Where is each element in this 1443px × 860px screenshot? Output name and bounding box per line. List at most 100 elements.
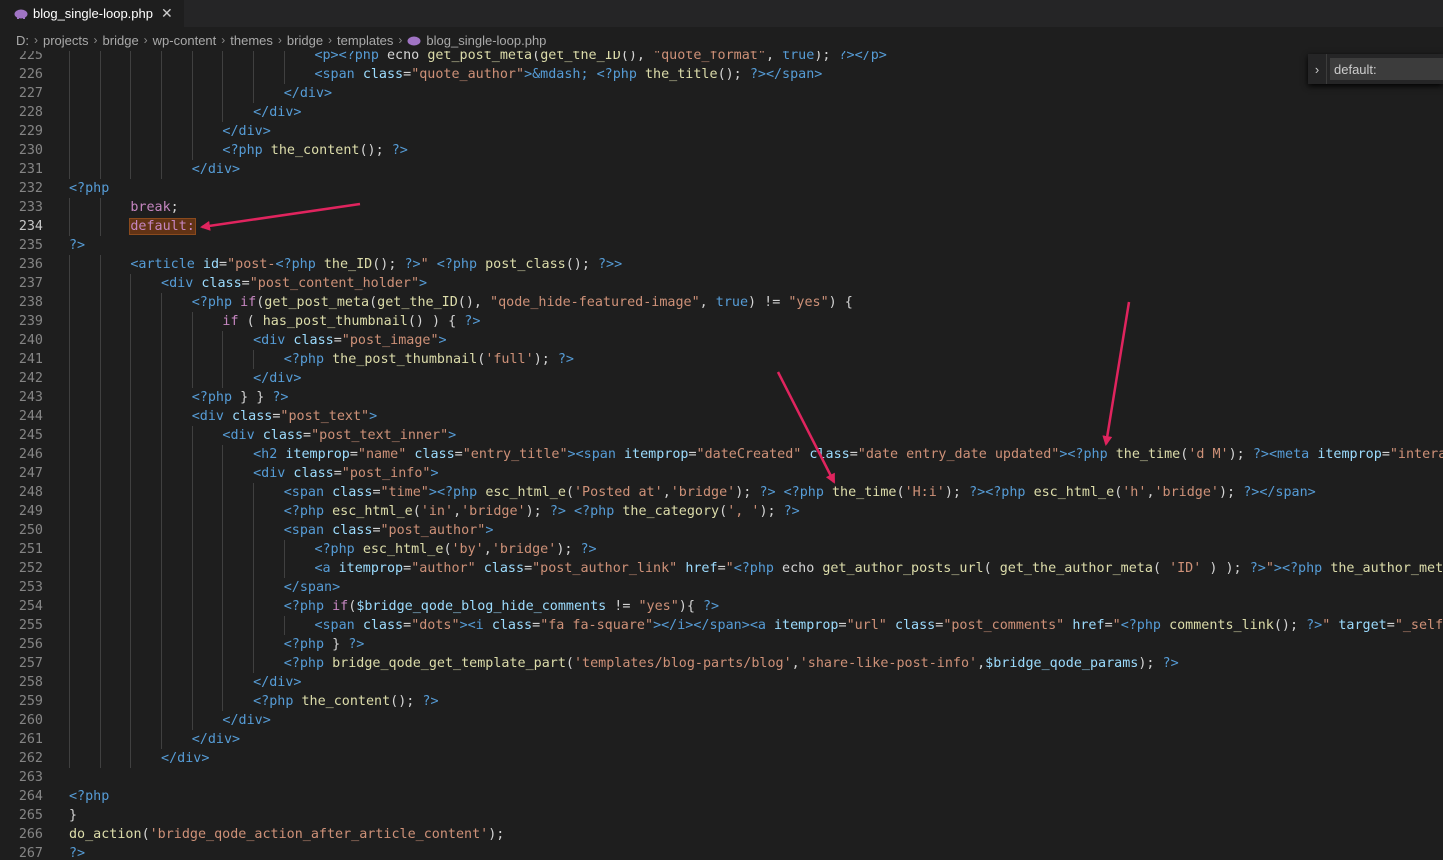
breadcrumb-item[interactable]: wp-content [153, 33, 217, 48]
code-text: </div> [253, 675, 302, 690]
indent-guide [161, 483, 163, 502]
indent-guide [69, 426, 70, 445]
indent-guide [69, 65, 70, 84]
indent-guide [69, 407, 70, 426]
line-number: 239 [18, 314, 43, 329]
indent-guide [222, 445, 224, 464]
indent-guide [222, 578, 224, 597]
indent-guide [222, 692, 224, 711]
indent-guide [161, 445, 163, 464]
indent-guide [130, 654, 132, 673]
indent-guide [222, 65, 224, 84]
search-match-highlight: default: [129, 218, 196, 235]
indent-guide [161, 616, 163, 635]
code-text: <?php } } ?> [191, 390, 289, 405]
indent-guide [253, 65, 255, 84]
indent-guide [130, 103, 132, 122]
indent-guide [191, 521, 193, 540]
code-text: <h2 itemprop="name" class="entry_title">… [253, 447, 1443, 462]
close-icon[interactable]: ✕ [161, 5, 173, 22]
indent-guide [130, 331, 132, 350]
indent-guide [69, 616, 70, 635]
indent-guide [69, 711, 70, 730]
indent-guide [191, 616, 193, 635]
breadcrumb-item[interactable]: D: [16, 33, 29, 48]
indent-guide [191, 597, 193, 616]
indent-guide [130, 521, 132, 540]
indent-guide [69, 122, 70, 141]
indent-guide [222, 540, 224, 559]
find-widget: › [1308, 54, 1443, 84]
indent-guide [69, 730, 70, 749]
code-text: </div> [191, 162, 241, 177]
indent-guide [253, 578, 255, 597]
indent-guide [191, 141, 193, 160]
indent-guide [69, 654, 70, 673]
indent-guide [69, 388, 70, 407]
indent-guide [99, 103, 101, 122]
code-text: do_action('bridge_qode_action_after_arti… [69, 827, 505, 842]
line-number: 259 [18, 694, 43, 709]
line-number: 240 [18, 333, 43, 348]
indent-guide [253, 502, 255, 521]
indent-guide [69, 445, 70, 464]
breadcrumb: D: › projects › bridge › wp-content › themes › bri… [0, 31, 1443, 49]
code-text: <div class="post_image"> [253, 333, 447, 348]
line-number: 237 [18, 276, 43, 291]
code-text: if ( has_post_thumbnail() ) { ?> [222, 314, 481, 329]
indent-guide [191, 635, 193, 654]
indent-guide [161, 122, 163, 141]
indent-guide [99, 255, 101, 274]
indent-guide [99, 654, 101, 673]
indent-guide [283, 65, 285, 84]
indent-guide [191, 711, 193, 730]
code-text: <article id="post-<?php the_ID(); ?>" <?… [130, 257, 623, 272]
indent-guide [69, 597, 70, 616]
line-number: 249 [18, 504, 43, 519]
indent-guide [69, 160, 70, 179]
breadcrumb-item[interactable]: bridge [103, 33, 139, 48]
indent-guide [99, 426, 101, 445]
indent-guide [99, 521, 101, 540]
toggle-replace-chevron-icon[interactable]: › [1308, 54, 1327, 84]
indent-guide [253, 559, 255, 578]
indent-guide [69, 141, 70, 160]
find-input[interactable] [1330, 58, 1443, 80]
breadcrumb-item[interactable]: projects [43, 33, 89, 48]
code-editor[interactable]: 225 <p><?php echo get_post_meta(get_the_I… [0, 51, 1443, 860]
breadcrumb-item[interactable]: templates [337, 33, 393, 48]
line-number: 230 [18, 143, 43, 158]
indent-guide [69, 464, 70, 483]
indent-guide [222, 616, 224, 635]
indent-guide [130, 426, 132, 445]
tab-blog-single-loop[interactable]: blog_single-loop.php ✕ [0, 0, 184, 27]
indent-guide [222, 369, 224, 388]
indent-guide [161, 597, 163, 616]
indent-guide [161, 540, 163, 559]
indent-guide [99, 407, 101, 426]
indent-guide [253, 350, 255, 369]
indent-guide [99, 730, 101, 749]
indent-guide [130, 464, 132, 483]
breadcrumb-item[interactable]: bridge [287, 33, 323, 48]
indent-guide [99, 445, 101, 464]
indent-guide [130, 578, 132, 597]
indent-guide [253, 597, 255, 616]
indent-guide [99, 65, 101, 84]
indent-guide [222, 521, 224, 540]
breadcrumb-item[interactable]: themes [230, 33, 273, 48]
indent-guide [99, 84, 101, 103]
indent-guide [161, 730, 163, 749]
indent-guide [161, 635, 163, 654]
indent-guide [161, 407, 163, 426]
code-text: <span class="time"><?php esc_html_e('Pos… [283, 485, 1316, 500]
indent-guide [99, 141, 101, 160]
indent-guide [191, 445, 193, 464]
code-text: </span> [283, 580, 341, 595]
code-text: <?php the_content(); ?> [222, 143, 408, 158]
indent-guide [69, 274, 70, 293]
breadcrumb-item[interactable]: blog_single-loop.php [407, 33, 546, 48]
indent-guide [99, 749, 101, 768]
indent-guide [99, 51, 101, 65]
indent-guide [99, 559, 101, 578]
